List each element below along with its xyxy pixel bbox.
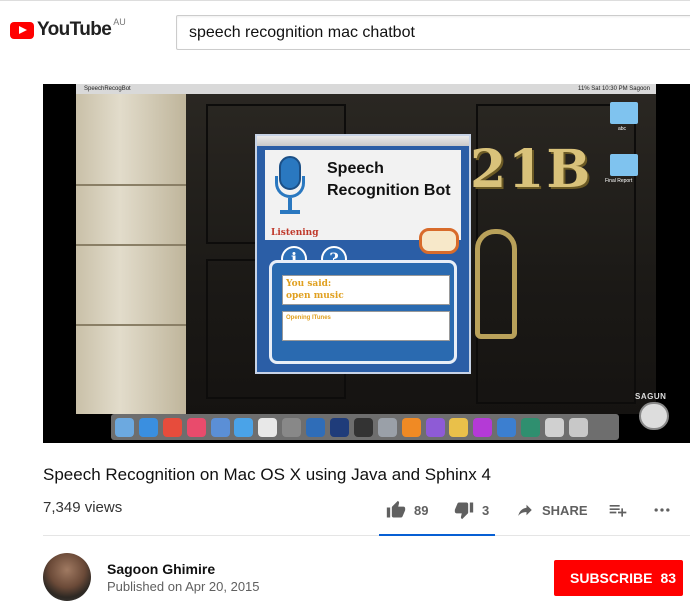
dock-app-icon[interactable]	[568, 417, 588, 437]
app-title: Speech Recognition Bot	[327, 160, 451, 199]
mac-menubar: SpeechRecogBot 11% Sat 10:30 PM Sagoon	[76, 84, 656, 94]
youtube-play-icon	[10, 21, 34, 39]
dock-app-icon[interactable]	[330, 417, 350, 437]
add-to-playlist-button[interactable]	[608, 498, 628, 522]
dock-app-icon[interactable]	[282, 417, 302, 437]
thumbs-up-icon	[386, 500, 406, 518]
masthead: YouTube AU speech recognition mac chatbo…	[0, 0, 690, 64]
search-input[interactable]: speech recognition mac chatbot	[176, 15, 690, 50]
dislike-count: 3	[482, 502, 490, 518]
bot-reply-text: Opening ITunes	[286, 315, 331, 321]
speech-bot-window: Speech Recognition Bot Listening i ? You…	[255, 134, 471, 374]
folder-label: Final Report	[605, 178, 633, 184]
publish-date: Published on Apr 20, 2015	[107, 579, 260, 594]
mac-app-name: SpeechRecogBot	[84, 86, 131, 92]
folder-label: abc	[618, 126, 627, 132]
dock-app-icon[interactable]	[473, 417, 493, 437]
you-said-text: open music	[286, 291, 344, 301]
microphone-icon	[275, 156, 305, 216]
share-button[interactable]: SHARE	[516, 498, 588, 522]
you-said-label: You said:	[286, 279, 332, 289]
dock-app-icon[interactable]	[162, 417, 182, 437]
action-bar: 89 3 SHARE	[386, 498, 690, 522]
view-count: 7,349 views	[43, 499, 123, 516]
dock-app-icon[interactable]	[425, 417, 445, 437]
channel-avatar[interactable]	[43, 553, 91, 601]
folder-icon[interactable]	[610, 154, 638, 176]
notepad-icon[interactable]	[419, 228, 459, 254]
video-player[interactable]: SpeechRecogBot 11% Sat 10:30 PM Sagoon 2…	[43, 84, 690, 443]
mac-dock	[111, 414, 619, 440]
app-header-panel: Speech Recognition Bot	[265, 150, 461, 240]
dock-app-icon[interactable]	[497, 417, 517, 437]
thumbs-down-icon	[454, 502, 474, 520]
subscriber-count: 83	[660, 570, 677, 586]
dock-app-icon[interactable]	[306, 417, 326, 437]
divider	[43, 535, 690, 536]
dock-app-icon[interactable]	[545, 417, 565, 437]
dock-app-icon[interactable]	[234, 417, 254, 437]
you-said-box: You said: open music	[282, 275, 450, 305]
watermark-text: SAGUN	[635, 392, 667, 401]
dock-app-icon[interactable]	[186, 417, 206, 437]
channel-name[interactable]: Sagoon Ghimire	[107, 561, 215, 577]
subscribe-button[interactable]: SUBSCRIBE 83	[554, 560, 683, 596]
more-actions-button[interactable]	[652, 498, 672, 522]
window-titlebar[interactable]	[257, 136, 469, 146]
region-code: AU	[113, 17, 126, 27]
like-count: 89	[414, 502, 429, 518]
dock-app-icon[interactable]	[377, 417, 397, 437]
dock-app-icon[interactable]	[353, 417, 373, 437]
dock-app-icon[interactable]	[449, 417, 469, 437]
like-button[interactable]: 89	[386, 498, 428, 522]
youtube-logo[interactable]: YouTube AU	[10, 17, 126, 41]
subscribe-label: SUBSCRIBE	[570, 570, 653, 586]
more-dots-icon	[654, 508, 670, 512]
dock-app-icon[interactable]	[258, 417, 278, 437]
door-number: 21B	[470, 139, 593, 200]
share-arrow-icon	[518, 504, 532, 516]
mac-status: 11% Sat 10:30 PM Sagoon	[578, 86, 650, 92]
dock-app-icon[interactable]	[210, 417, 230, 437]
dock-app-icon[interactable]	[115, 417, 134, 437]
playlist-add-icon	[609, 505, 627, 517]
like-ratio-bar	[379, 534, 495, 536]
conversation-panel: You said: open music Opening ITunes	[269, 260, 457, 364]
dock-app-icon[interactable]	[401, 417, 421, 437]
door-knocker	[475, 229, 517, 339]
folder-icon[interactable]	[610, 102, 638, 124]
video-title: Speech Recognition on Mac OS X using Jav…	[43, 465, 491, 484]
dock-app-icon[interactable]	[138, 417, 158, 437]
watermark-logo	[639, 402, 669, 430]
dislike-button[interactable]: 3	[454, 498, 489, 522]
logo-text: YouTube	[37, 19, 112, 40]
share-label: SHARE	[542, 502, 588, 518]
dock-app-icon[interactable]	[521, 417, 541, 437]
listening-status: Listening	[271, 228, 319, 238]
stone-wall	[76, 94, 186, 414]
bot-reply-box: Opening ITunes	[282, 311, 450, 341]
